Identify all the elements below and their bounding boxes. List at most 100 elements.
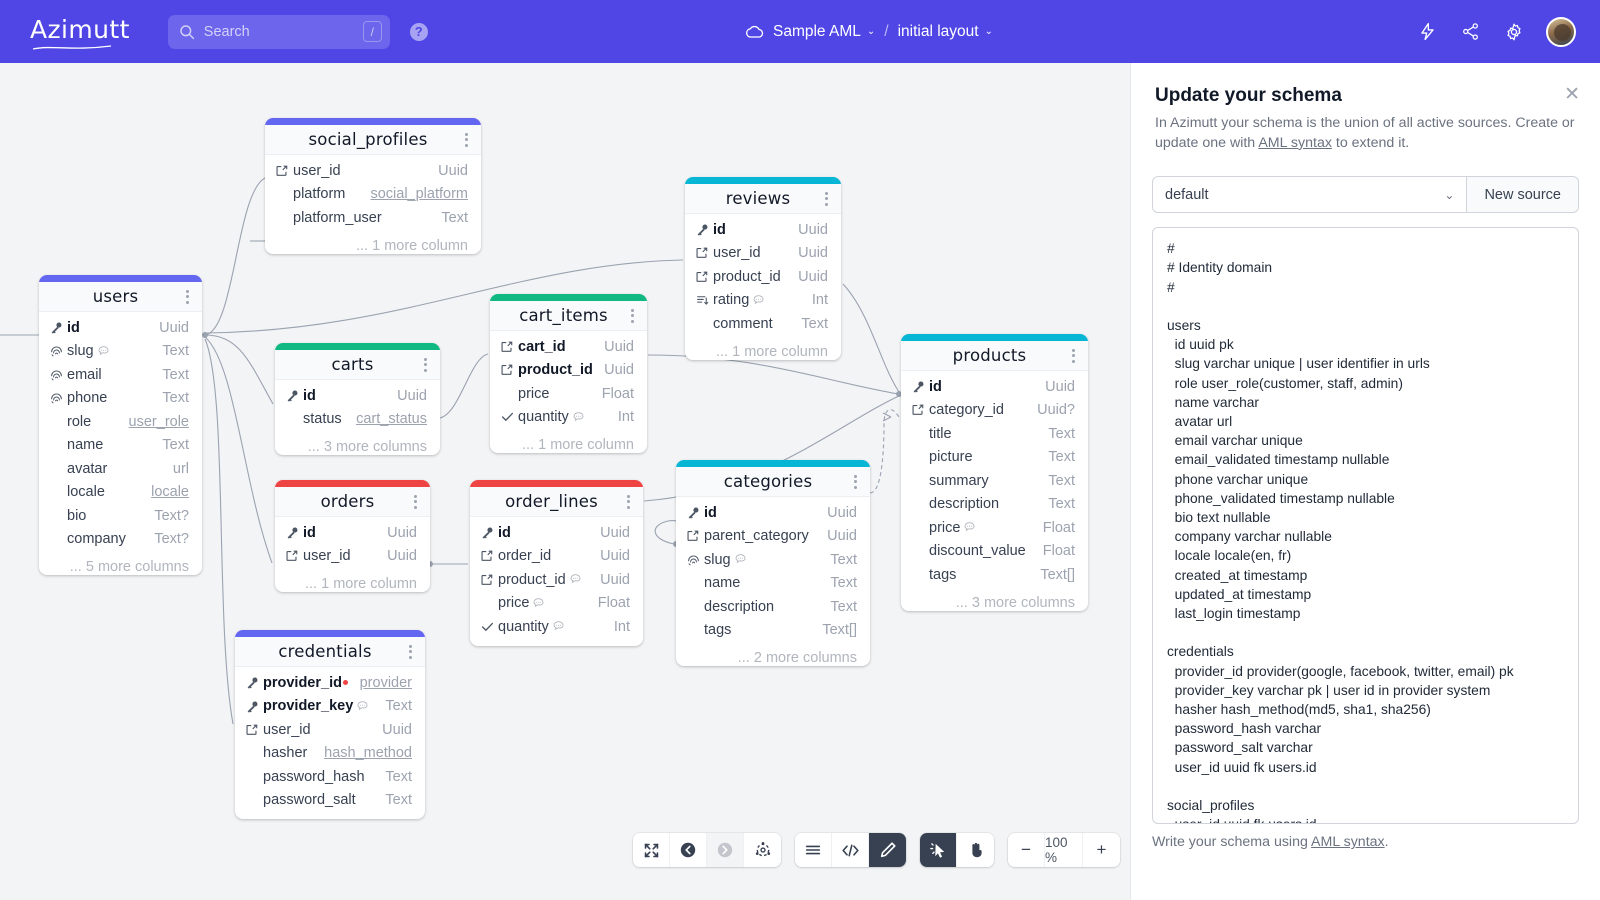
table-column[interactable]: ratingInt bbox=[685, 289, 841, 313]
table-card-products[interactable]: productsidUuidcategory_idUuid?titleTextp… bbox=[901, 334, 1088, 611]
table-column[interactable]: companyText? bbox=[39, 528, 202, 552]
table-card-reviews[interactable]: reviewsidUuiduser_idUuidproduct_idUuidra… bbox=[685, 177, 841, 360]
table-column[interactable]: idUuid bbox=[275, 521, 430, 545]
search-input[interactable]: Search / bbox=[168, 15, 390, 49]
table-more-columns[interactable]: ... 1 more column bbox=[265, 237, 481, 254]
table-column[interactable]: provider_idprovider bbox=[235, 671, 425, 695]
table-column[interactable]: password_saltText bbox=[235, 789, 425, 813]
table-column[interactable]: hasherhash_method bbox=[235, 742, 425, 766]
table-menu-icon[interactable] bbox=[457, 133, 471, 147]
table-column[interactable]: idUuid bbox=[39, 316, 202, 340]
table-column[interactable]: titleText bbox=[901, 422, 1088, 446]
table-column[interactable]: product_idUuid bbox=[470, 568, 643, 592]
table-more-columns[interactable]: ... 1 more column bbox=[685, 343, 841, 360]
redo-button[interactable] bbox=[707, 833, 744, 867]
table-menu-icon[interactable] bbox=[846, 475, 860, 489]
share-icon[interactable] bbox=[1460, 21, 1481, 42]
cloud-icon[interactable] bbox=[744, 24, 764, 40]
table-column[interactable]: nameText bbox=[39, 434, 202, 458]
table-column[interactable]: tagsText[] bbox=[901, 563, 1088, 587]
table-column[interactable]: quantityInt bbox=[470, 615, 643, 639]
table-menu-icon[interactable] bbox=[401, 645, 415, 659]
table-column[interactable]: idUuid bbox=[685, 218, 841, 242]
table-column[interactable]: roleuser_role bbox=[39, 410, 202, 434]
table-column[interactable]: product_idUuid bbox=[490, 359, 647, 383]
table-column[interactable]: summaryText bbox=[901, 469, 1088, 493]
code-button[interactable] bbox=[832, 833, 869, 867]
table-card-carts[interactable]: cartsidUuidstatuscart_status... 3 more c… bbox=[275, 343, 440, 455]
bolt-icon[interactable] bbox=[1417, 21, 1438, 42]
source-select[interactable]: default ⌄ bbox=[1152, 176, 1466, 213]
table-column[interactable]: platform_userText bbox=[265, 206, 481, 230]
fit-screen-button[interactable] bbox=[633, 833, 670, 867]
table-more-columns[interactable]: ... 1 more column bbox=[275, 575, 430, 592]
table-column[interactable]: priceFloat bbox=[490, 382, 647, 406]
draw-button[interactable] bbox=[869, 833, 906, 867]
avatar[interactable] bbox=[1546, 17, 1576, 47]
table-column[interactable]: parent_categoryUuid bbox=[676, 525, 870, 549]
table-column[interactable]: commentText bbox=[685, 312, 841, 336]
table-column[interactable]: descriptionText bbox=[676, 595, 870, 619]
table-column[interactable]: idUuid bbox=[676, 501, 870, 525]
table-more-columns[interactable]: ... 5 more columns bbox=[39, 558, 202, 575]
table-card-orders[interactable]: ordersidUuiduser_idUuid... 1 more column bbox=[275, 480, 430, 592]
select-tool-button[interactable] bbox=[920, 833, 957, 867]
table-card-order_lines[interactable]: order_linesidUuidorder_idUuidproduct_idU… bbox=[470, 480, 643, 646]
table-more-columns[interactable]: ... 1 more column bbox=[490, 436, 647, 453]
table-column[interactable]: avatarurl bbox=[39, 457, 202, 481]
table-menu-icon[interactable] bbox=[178, 290, 192, 304]
diagram-canvas[interactable]: social_profilesuser_idUuidplatformsocial… bbox=[0, 63, 1130, 900]
pan-tool-button[interactable] bbox=[957, 833, 994, 867]
table-card-categories[interactable]: categoriesidUuidparent_categoryUuidslugT… bbox=[676, 460, 870, 666]
aml-syntax-footer-link[interactable]: AML syntax bbox=[1311, 834, 1385, 850]
help-icon[interactable]: ? bbox=[410, 23, 428, 41]
table-column[interactable]: platformsocial_platform bbox=[265, 183, 481, 207]
zoom-out-button[interactable]: − bbox=[1008, 833, 1045, 867]
table-column[interactable]: slugText bbox=[676, 548, 870, 572]
zoom-in-button[interactable]: + bbox=[1083, 833, 1120, 867]
auto-layout-button[interactable] bbox=[744, 833, 781, 867]
menu-button[interactable] bbox=[795, 833, 832, 867]
table-column[interactable]: password_hashText bbox=[235, 765, 425, 789]
table-column[interactable]: order_idUuid bbox=[470, 545, 643, 569]
table-menu-icon[interactable] bbox=[1064, 349, 1078, 363]
table-column[interactable]: idUuid bbox=[275, 384, 440, 408]
table-menu-icon[interactable] bbox=[416, 358, 430, 372]
table-column[interactable]: tagsText[] bbox=[676, 619, 870, 643]
table-column[interactable]: quantityInt bbox=[490, 406, 647, 430]
table-card-social_profiles[interactable]: social_profilesuser_idUuidplatformsocial… bbox=[265, 118, 481, 254]
table-card-credentials[interactable]: credentialsprovider_idproviderprovider_k… bbox=[235, 630, 425, 819]
table-column[interactable]: bioText? bbox=[39, 504, 202, 528]
table-column[interactable]: slugText bbox=[39, 340, 202, 364]
table-menu-icon[interactable] bbox=[623, 309, 637, 323]
table-column[interactable]: cart_idUuid bbox=[490, 335, 647, 359]
undo-button[interactable] bbox=[670, 833, 707, 867]
table-column[interactable]: user_idUuid bbox=[265, 159, 481, 183]
aml-code-editor[interactable]: # # Identity domain # users id uuid pk s… bbox=[1152, 227, 1579, 824]
table-menu-icon[interactable] bbox=[619, 495, 633, 509]
table-column[interactable]: descriptionText bbox=[901, 493, 1088, 517]
table-card-users[interactable]: usersidUuidslugTextemailTextphoneTextrol… bbox=[39, 275, 202, 575]
close-icon[interactable]: ✕ bbox=[1564, 85, 1580, 104]
table-menu-icon[interactable] bbox=[817, 192, 831, 206]
table-column[interactable]: user_idUuid bbox=[275, 545, 430, 569]
table-column[interactable]: user_idUuid bbox=[685, 242, 841, 266]
table-column[interactable]: phoneText bbox=[39, 387, 202, 411]
table-more-columns[interactable]: ... 2 more columns bbox=[676, 649, 870, 666]
table-column[interactable]: category_idUuid? bbox=[901, 399, 1088, 423]
aml-syntax-link[interactable]: AML syntax bbox=[1258, 135, 1332, 151]
new-source-button[interactable]: New source bbox=[1466, 176, 1579, 213]
gear-icon[interactable] bbox=[1503, 21, 1524, 42]
table-column[interactable]: idUuid bbox=[901, 375, 1088, 399]
table-more-columns[interactable]: ... 3 more columns bbox=[901, 594, 1088, 611]
table-column[interactable]: statuscart_status bbox=[275, 408, 440, 432]
table-column[interactable]: nameText bbox=[676, 572, 870, 596]
table-column[interactable]: provider_keyText bbox=[235, 695, 425, 719]
breadcrumb-project[interactable]: Sample AML ⌄ bbox=[773, 23, 875, 41]
breadcrumb-layout[interactable]: initial layout ⌄ bbox=[898, 23, 993, 41]
table-column[interactable]: pictureText bbox=[901, 446, 1088, 470]
table-column[interactable]: emailText bbox=[39, 363, 202, 387]
table-column[interactable]: priceFloat bbox=[470, 592, 643, 616]
table-more-columns[interactable]: ... 3 more columns bbox=[275, 438, 440, 455]
table-column[interactable]: product_idUuid bbox=[685, 265, 841, 289]
